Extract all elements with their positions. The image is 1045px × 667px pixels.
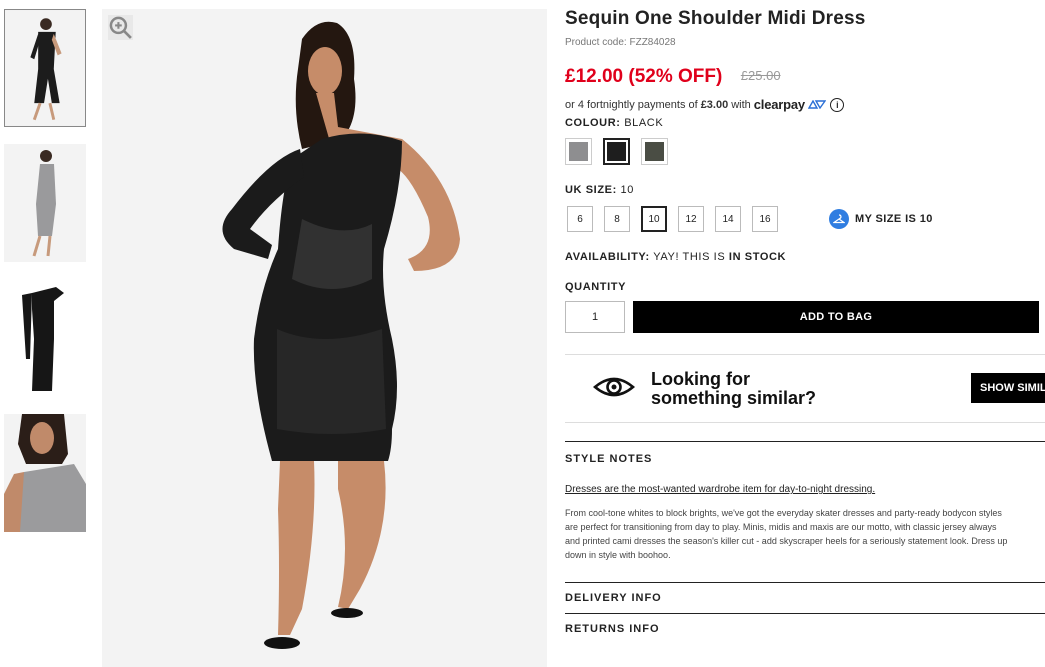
size-option-8[interactable]: 8: [604, 206, 630, 232]
size-options: 6 8 10 12 14 16 MY SIZE IS 10: [567, 206, 933, 232]
product-code: Product code: FZZ84028: [565, 37, 676, 48]
original-price: £25.00: [740, 68, 781, 83]
availability-line: AVAILABILITY: YAY! THIS IS IN STOCK: [565, 251, 786, 263]
main-product-image[interactable]: [102, 9, 547, 667]
clearpay-arrows-icon: [808, 99, 827, 110]
size-value: 10: [620, 184, 634, 196]
thumbnail-front[interactable]: [4, 9, 86, 127]
size-line: UK SIZE: 10: [565, 184, 634, 196]
my-size-label: MY SIZE IS 10: [855, 213, 933, 225]
divider: [565, 613, 1045, 614]
clearpay-installments: or 4 fortnightly payments of £3.00 with …: [565, 97, 845, 112]
quantity-label: QUANTITY: [565, 281, 627, 293]
thumbnail-flat-image: [4, 279, 86, 397]
model-wearing-dress-image: [102, 9, 547, 667]
colour-swatches: [565, 138, 668, 165]
style-notes-line: down in style with boohoo.: [565, 550, 671, 560]
add-to-bag-button[interactable]: ADD TO BAG: [633, 301, 1039, 333]
similar-heading: Looking for something similar?: [651, 370, 816, 408]
style-notes-line: and printed cami dresses the season's ki…: [565, 536, 1008, 546]
divider: [565, 582, 1045, 583]
eye-icon: [593, 377, 635, 397]
clearpay-amount: £3.00: [700, 98, 729, 111]
style-notes-heading[interactable]: STYLE NOTES: [565, 453, 652, 465]
thumbnail-closeup[interactable]: [4, 414, 86, 532]
thumbnail-side-image: [4, 144, 86, 262]
swatch-khaki[interactable]: [641, 138, 668, 165]
delivery-info-heading[interactable]: DELIVERY INFO: [565, 592, 662, 604]
clearpay-with: with: [731, 98, 751, 111]
similar-line-1: Looking for: [651, 369, 750, 389]
similar-line-2: something similar?: [651, 388, 817, 408]
swatch-black[interactable]: [603, 138, 630, 165]
style-notes-lead: Dresses are the most-wanted wardrobe ite…: [565, 484, 876, 495]
swatch-silver[interactable]: [565, 138, 592, 165]
thumbnail-side[interactable]: [4, 144, 86, 262]
stock-status: IN STOCK: [728, 251, 787, 263]
hanger-icon: [829, 209, 849, 229]
availability-label: AVAILABILITY:: [565, 251, 650, 263]
zoom-button[interactable]: [108, 15, 133, 40]
availability-text: YAY! THIS IS: [653, 251, 726, 263]
zoom-in-icon: [109, 16, 132, 39]
size-option-16[interactable]: 16: [752, 206, 778, 232]
clearpay-logo: clearpay: [754, 97, 827, 112]
product-title: Sequin One Shoulder Midi Dress: [565, 8, 866, 29]
colour-label: COLOUR:: [565, 117, 621, 129]
thumbnail-closeup-image: [4, 414, 86, 532]
size-option-12[interactable]: 12: [678, 206, 704, 232]
colour-value: BLACK: [624, 117, 664, 129]
clearpay-prefix: or 4 fortnightly payments of: [565, 98, 698, 111]
show-similar-button[interactable]: SHOW SIMILAR: [971, 373, 1045, 403]
quantity-input[interactable]: [565, 301, 625, 333]
thumbnail-front-image: [5, 10, 85, 126]
price-row: £12.00 (52% OFF) £25.00: [565, 66, 781, 88]
find-similar-banner: Looking for something similar? SHOW SIMI…: [565, 355, 1045, 421]
current-price: £12.00 (52% OFF): [565, 66, 723, 87]
size-option-14[interactable]: 14: [715, 206, 741, 232]
thumbnail-gallery: [4, 9, 86, 549]
style-notes-line: From cool-tone whites to block brights, …: [565, 508, 1002, 518]
size-label: UK SIZE:: [565, 184, 617, 196]
clearpay-logo-text: clearpay: [753, 97, 805, 112]
thumbnail-flat[interactable]: [4, 279, 86, 397]
info-icon[interactable]: i: [830, 97, 845, 112]
returns-info-heading[interactable]: RETURNS INFO: [565, 623, 660, 635]
size-option-6[interactable]: 6: [567, 206, 593, 232]
divider: [565, 422, 1045, 423]
colour-line: COLOUR: BLACK: [565, 117, 663, 129]
size-option-10[interactable]: 10: [641, 206, 667, 232]
my-size-button[interactable]: MY SIZE IS 10: [829, 209, 933, 229]
style-notes-body: From cool-tone whites to block brights, …: [565, 506, 1045, 562]
style-notes-line: are perfect for transitioning from day t…: [565, 522, 997, 532]
divider: [565, 441, 1045, 442]
